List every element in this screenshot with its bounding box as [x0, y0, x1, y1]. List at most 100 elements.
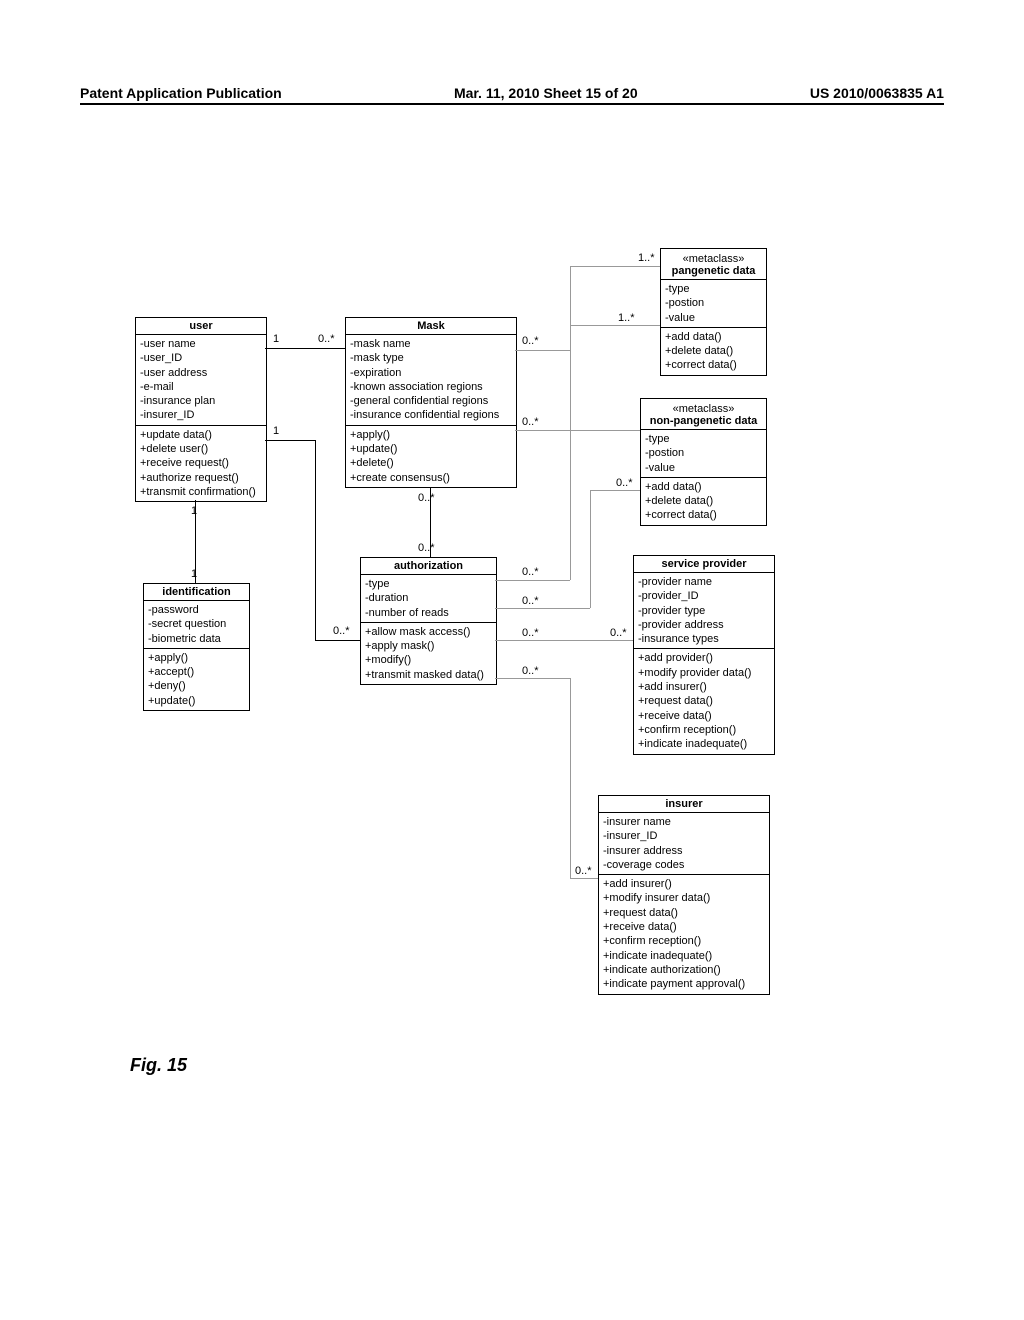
op-row: +request data()	[603, 906, 765, 920]
class-pangenetic-ops: +add data() +delete data() +correct data…	[661, 328, 766, 375]
assoc-line	[570, 878, 598, 879]
attr-row: -provider address	[638, 618, 770, 632]
attr-row: -provider type	[638, 604, 770, 618]
class-insurer: insurer -insurer name -insurer_ID -insur…	[598, 795, 770, 995]
attr-row: -number of reads	[365, 606, 492, 620]
class-insurer-attrs: -insurer name -insurer_ID -insurer addre…	[599, 813, 769, 875]
op-row: +delete()	[350, 456, 512, 470]
attr-row: -user address	[140, 366, 262, 380]
attr-row: -insurer_ID	[603, 829, 765, 843]
op-row: +modify provider data()	[638, 666, 770, 680]
op-row: +modify()	[365, 653, 492, 667]
assoc-line	[265, 440, 315, 441]
op-row: +receive data()	[603, 920, 765, 934]
attr-row: -user_ID	[140, 351, 262, 365]
header-center: Mar. 11, 2010 Sheet 15 of 20	[454, 85, 638, 101]
op-row: +confirm reception()	[603, 934, 765, 948]
multiplicity: 1..*	[638, 252, 655, 264]
multiplicity: 1	[273, 333, 279, 345]
op-row: +create consensus()	[350, 471, 512, 485]
op-row: +add insurer()	[638, 680, 770, 694]
op-row: +add data()	[665, 330, 762, 344]
title-text: pangenetic data	[667, 265, 760, 277]
class-pangenetic-attrs: -type -postion -value	[661, 280, 766, 328]
assoc-line	[570, 266, 660, 267]
assoc-line	[315, 640, 360, 641]
assoc-line	[495, 678, 570, 679]
op-row: +transmit confirmation()	[140, 485, 262, 499]
assoc-line	[515, 430, 640, 431]
class-mask: Mask -mask name -mask type -expiration -…	[345, 317, 517, 488]
class-nonpangenetic-attrs: -type -postion -value	[641, 430, 766, 478]
class-identification-title: identification	[144, 584, 249, 601]
op-row: +allow mask access()	[365, 625, 492, 639]
header-left: Patent Application Publication	[80, 85, 282, 101]
op-row: +deny()	[148, 679, 245, 693]
stereotype: «metaclass»	[667, 251, 760, 265]
attr-row: -secret question	[148, 617, 245, 631]
class-mask-attrs: -mask name -mask type -expiration -known…	[346, 335, 516, 426]
class-authorization-title: authorization	[361, 558, 496, 575]
attr-row: -insurer address	[603, 844, 765, 858]
class-serviceprovider: service provider -provider name -provide…	[633, 555, 775, 755]
class-identification: identification -password -secret questio…	[143, 583, 250, 711]
attr-row: -type	[365, 577, 492, 591]
assoc-line	[590, 490, 640, 491]
class-authorization-attrs: -type -duration -number of reads	[361, 575, 496, 623]
op-row: +delete data()	[645, 494, 762, 508]
op-row: +apply mask()	[365, 639, 492, 653]
multiplicity: 0..*	[522, 566, 539, 578]
multiplicity: 0..*	[522, 627, 539, 639]
attr-row: -postion	[645, 446, 762, 460]
assoc-line	[495, 580, 570, 581]
op-row: +apply()	[148, 651, 245, 665]
class-nonpangenetic-ops: +add data() +delete data() +correct data…	[641, 478, 766, 525]
attr-row: -provider name	[638, 575, 770, 589]
class-authorization: authorization -type -duration -number of…	[360, 557, 497, 685]
op-row: +correct data()	[665, 358, 762, 372]
op-row: +receive data()	[638, 709, 770, 723]
op-row: +update()	[350, 442, 512, 456]
attr-row: -insurance plan	[140, 394, 262, 408]
class-insurer-title: insurer	[599, 796, 769, 813]
class-user-title: user	[136, 318, 266, 335]
op-row: +indicate payment approval()	[603, 977, 765, 991]
assoc-line	[495, 640, 633, 641]
op-row: +indicate inadequate()	[603, 949, 765, 963]
class-nonpangenetic-title: «metaclass» non-pangenetic data	[641, 399, 766, 430]
class-mask-title: Mask	[346, 318, 516, 335]
multiplicity: 0..*	[522, 335, 539, 347]
multiplicity: 1..*	[618, 312, 635, 324]
multiplicity: 0..*	[575, 865, 592, 877]
figure-label: Fig. 15	[130, 1055, 187, 1076]
assoc-line	[570, 325, 571, 580]
attr-row: -postion	[665, 296, 762, 310]
op-row: +confirm reception()	[638, 723, 770, 737]
assoc-line	[495, 608, 590, 609]
op-row: +update data()	[140, 428, 262, 442]
assoc-line	[570, 678, 571, 878]
assoc-line	[570, 325, 660, 326]
op-row: +correct data()	[645, 508, 762, 522]
class-authorization-ops: +allow mask access() +apply mask() +modi…	[361, 623, 496, 684]
op-row: +receive request()	[140, 456, 262, 470]
attr-row: -value	[645, 461, 762, 475]
attr-row: -value	[665, 311, 762, 325]
assoc-line	[515, 350, 570, 351]
multiplicity: 0..*	[522, 665, 539, 677]
attr-row: -coverage codes	[603, 858, 765, 872]
op-row: +apply()	[350, 428, 512, 442]
attr-row: -user name	[140, 337, 262, 351]
class-serviceprovider-ops: +add provider() +modify provider data() …	[634, 649, 774, 753]
assoc-line	[590, 490, 591, 608]
multiplicity: 0..*	[616, 477, 633, 489]
multiplicity: 0..*	[318, 333, 335, 345]
attr-row: -insurer_ID	[140, 408, 262, 422]
multiplicity: 0..*	[522, 595, 539, 607]
class-serviceprovider-title: service provider	[634, 556, 774, 573]
class-serviceprovider-attrs: -provider name -provider_ID -provider ty…	[634, 573, 774, 649]
attr-row: -insurance types	[638, 632, 770, 646]
op-row: +indicate inadequate()	[638, 737, 770, 751]
multiplicity: 0..*	[522, 416, 539, 428]
class-user-ops: +update data() +delete user() +receive r…	[136, 426, 266, 501]
